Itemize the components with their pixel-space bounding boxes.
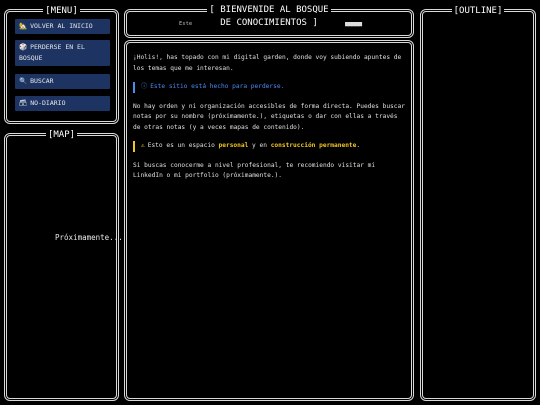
- outline-panel: [OUTLINE]: [420, 6, 536, 401]
- page-title: [ BIENVENIDE AL BOSQUE: [207, 5, 331, 15]
- info-callout-text: Este sitio está hecho para perderse.: [150, 83, 285, 90]
- info-callout: ⓘ Este sitio está hecho para perderse.: [133, 82, 407, 93]
- map-panel: [MAP] Próximamente...: [4, 130, 123, 401]
- intro-paragraph: ¡Holis!, has topado con mi digital garde…: [133, 54, 402, 72]
- third-paragraph: Si buscas conocerme a nivel profesional,…: [133, 161, 376, 180]
- house-icon: 🏡: [19, 22, 28, 30]
- warning-suffix: .: [356, 142, 361, 149]
- menu-item-home[interactable]: 🏡 VOLVER AL INICIO: [15, 19, 110, 34]
- menu-item-label: VOLVER AL INICIO: [30, 22, 93, 30]
- dice-icon: 🎲: [19, 43, 28, 51]
- warning-mid: y en: [248, 142, 271, 149]
- menu-item-random[interactable]: 🎲 PERDERSE EN EL BOSQUE: [15, 40, 110, 66]
- menu-item-label: NO-DIARIO: [30, 99, 66, 107]
- card-box-icon: 🗃: [19, 99, 28, 107]
- menu-item-search[interactable]: 🔍 BUSCAR: [15, 74, 110, 89]
- warning-highlight-construction: construcción permanente: [270, 142, 357, 149]
- header-dots: ■■■■■: [345, 20, 362, 28]
- second-paragraph: No hay orden y ni organización accesible…: [133, 102, 405, 131]
- menu-item-label: BUSCAR: [30, 77, 54, 85]
- info-icon: ⓘ: [141, 83, 148, 90]
- outline-title: [OUTLINE]: [451, 6, 505, 16]
- menu-item-no-diario[interactable]: 🗃 NO-DIARIO: [15, 96, 110, 111]
- content-panel: ¡Holis!, has topado con mi digital garde…: [124, 40, 414, 401]
- warning-prefix: Esto es un espacio: [147, 142, 219, 149]
- warning-highlight-personal: personal: [218, 142, 249, 149]
- warning-callout: ⚠ Esto es un espacio personal y en constr…: [133, 141, 407, 152]
- map-title: [MAP]: [45, 130, 78, 140]
- map-placeholder: Próximamente...: [55, 233, 123, 242]
- search-icon: 🔍: [19, 77, 28, 85]
- header-panel: [ BIENVENIDE AL BOSQUE Este DE CONOCIMIE…: [124, 5, 414, 38]
- page-subtitle: DE CONOCIMIENTOS ]: [220, 18, 318, 28]
- content-body: ¡Holis!, has topado con mi digital garde…: [133, 53, 407, 190]
- menu-panel: [MENU] 🏡 VOLVER AL INICIO 🎲 PERDERSE EN EL…: [4, 6, 119, 124]
- menu-title: [MENU]: [43, 6, 80, 16]
- warning-icon: ⚠: [141, 142, 145, 149]
- menu-item-label: PERDERSE EN EL BOSQUE: [19, 43, 85, 62]
